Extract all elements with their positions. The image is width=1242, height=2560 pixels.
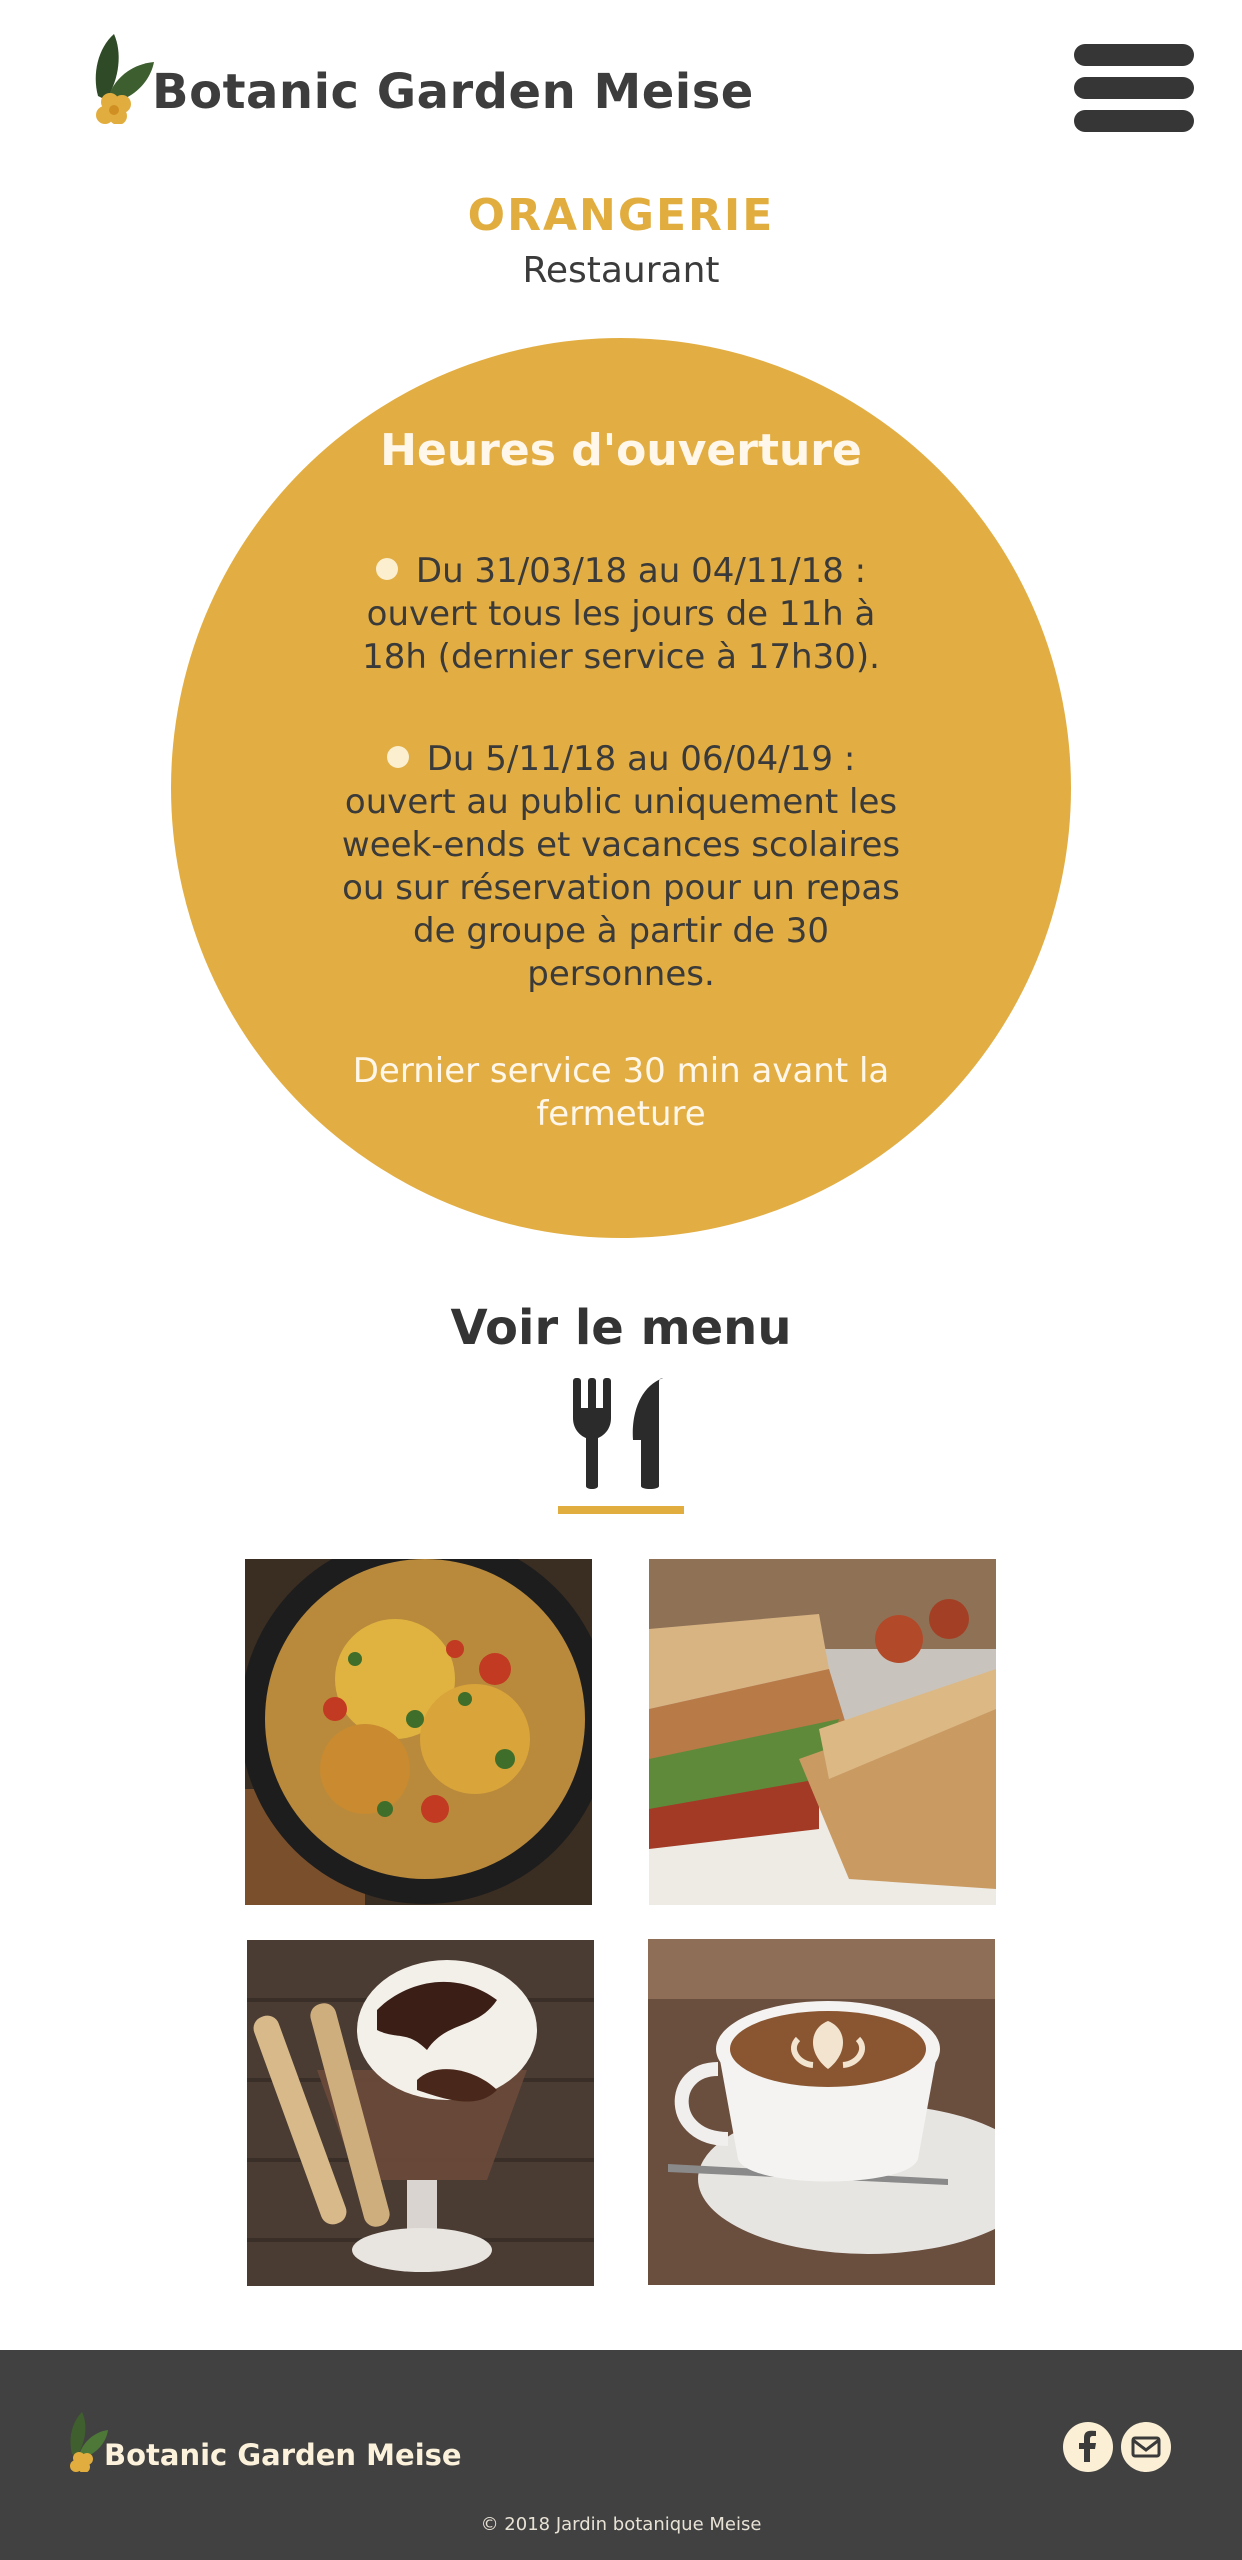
page-title: ORANGERIE: [467, 190, 775, 241]
hamburger-menu-icon[interactable]: [1074, 44, 1194, 132]
leaf-flower-logo-icon[interactable]: [92, 34, 156, 125]
last-service-note: Dernier service 30 min avant la fermetur…: [352, 1051, 890, 1134]
bullet-icon: [375, 557, 398, 580]
menu-underline: [558, 1506, 684, 1514]
hours-period: Du 5/11/18 au 06/04/19 : ouvert au publi…: [330, 738, 912, 996]
email-icon[interactable]: [1121, 2422, 1171, 2472]
fork-knife-icon[interactable]: [571, 1378, 671, 1490]
coffee-photo: [648, 1939, 995, 2285]
sundae-photo: [247, 1940, 594, 2286]
opening-hours-title: Heures d'ouverture: [380, 425, 862, 476]
brand-name[interactable]: Botanic Garden Meise: [152, 64, 754, 120]
menu-link[interactable]: Voir le menu: [0, 1300, 1242, 1356]
hours-period: Du 31/03/18 au 04/11/18 : ouvert tous le…: [330, 550, 912, 679]
hours-period-text: Du 5/11/18 au 06/04/19 : ouvert au publi…: [341, 739, 901, 994]
copyright-text: © 2018 Jardin botanique Meise: [480, 2514, 762, 2535]
bullet-icon: [386, 745, 409, 768]
facebook-icon[interactable]: [1063, 2422, 1113, 2472]
skillet-photo: [245, 1559, 592, 1905]
page-subtitle: Restaurant: [522, 250, 720, 291]
footer-brand-name[interactable]: Botanic Garden Meise: [104, 2438, 462, 2472]
hours-period-text: Du 31/03/18 au 04/11/18 : ouvert tous le…: [362, 551, 880, 677]
sandwich-photo: [649, 1559, 996, 1905]
